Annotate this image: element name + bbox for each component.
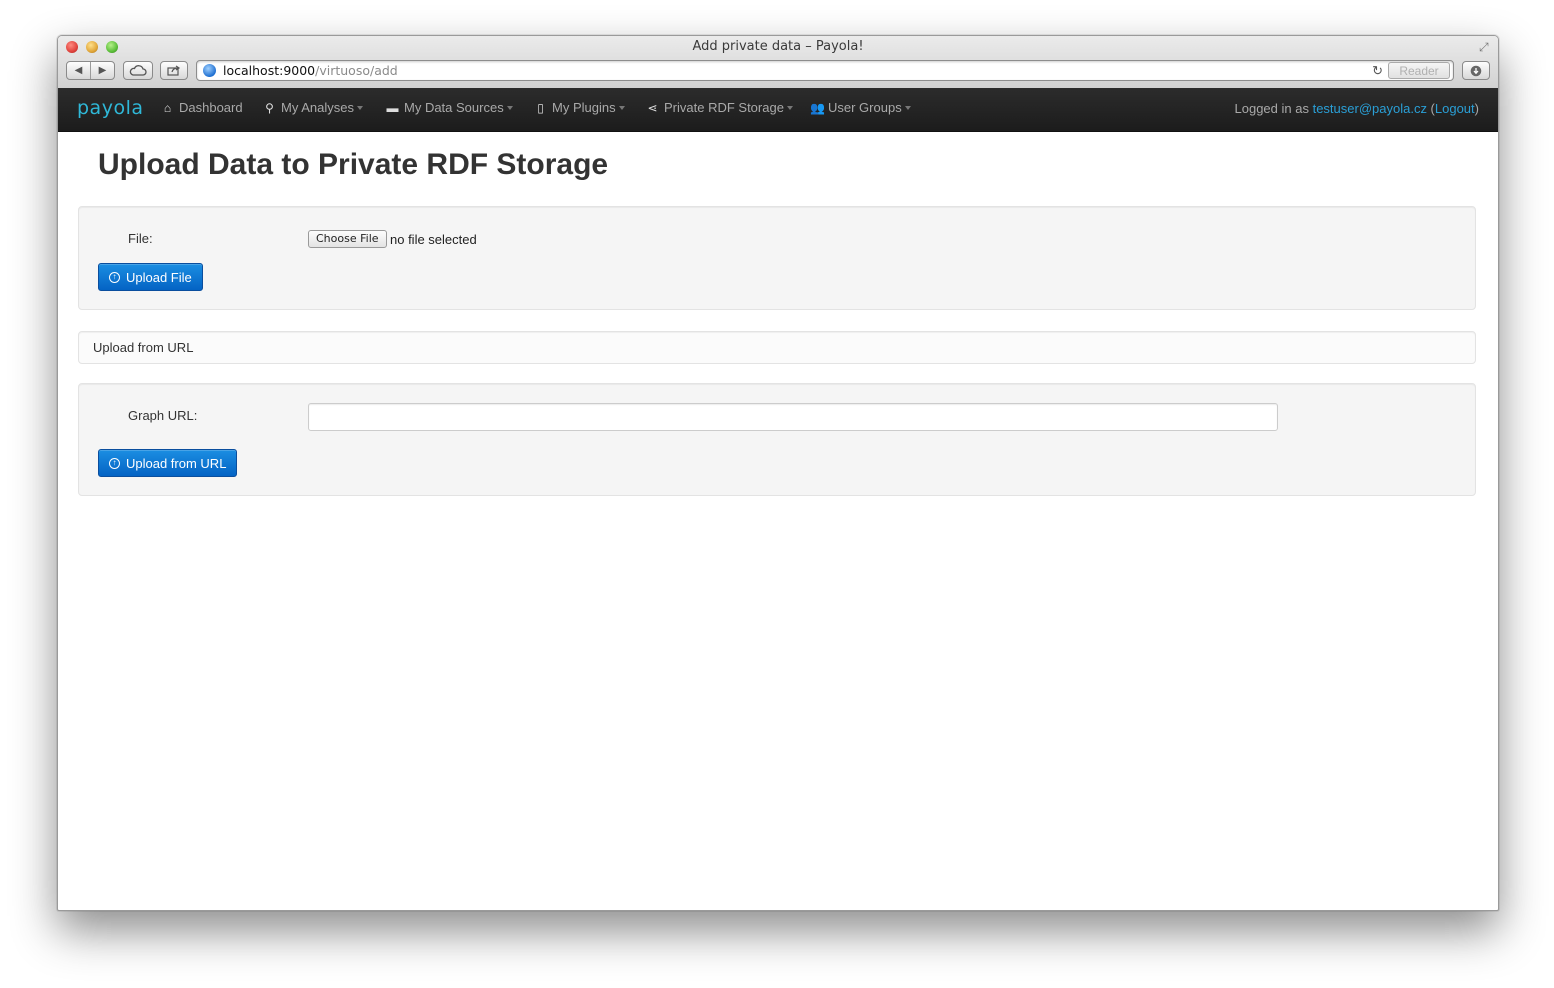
nav-my-data-sources[interactable]: ▬ My Data Sources xyxy=(386,100,513,115)
window-title: Add private data – Payola! xyxy=(692,39,864,54)
reader-button[interactable]: Reader xyxy=(1388,62,1450,79)
login-status: Logged in as testuser@payola.cz (Logout) xyxy=(1234,101,1480,116)
file-upload-panel: File: Choose File no file selected ↑ Upl… xyxy=(78,206,1476,310)
logged-in-prefix: Logged in as xyxy=(1234,101,1313,116)
upload-circle-icon: ↑ xyxy=(109,457,120,469)
upload-file-button[interactable]: ↑ Upload File xyxy=(98,263,203,291)
fullscreen-icon[interactable]: ⤢ xyxy=(1479,40,1493,54)
upload-from-url-label: Upload from URL xyxy=(126,455,227,471)
nav-my-analyses-label: My Analyses xyxy=(281,100,354,115)
share-nodes-icon: ⋖ xyxy=(647,100,658,115)
nav-my-plugins-label: My Plugins xyxy=(552,100,616,115)
back-arrow-icon: ◀ xyxy=(74,65,83,76)
file-icon: ▯ xyxy=(537,100,544,115)
file-label: File: xyxy=(128,231,153,246)
share-icon xyxy=(167,65,181,76)
home-icon: ⌂ xyxy=(163,100,172,115)
upload-file-label: Upload File xyxy=(126,269,192,285)
download-icon xyxy=(1470,65,1482,76)
choose-file-button[interactable]: Choose File xyxy=(308,230,387,248)
nav-my-data-sources-label: My Data Sources xyxy=(404,100,504,115)
reload-icon[interactable]: ↻ xyxy=(1372,61,1383,80)
nav-my-plugins[interactable]: ▯ My Plugins xyxy=(534,100,625,115)
cloud-icon xyxy=(129,65,147,76)
caret-down-icon xyxy=(904,105,911,110)
file-status: no file selected xyxy=(390,232,477,247)
logout-link[interactable]: Logout xyxy=(1435,101,1475,116)
browser-toolbar: Add private data – Payola! ⤢ ◀ ▶ localho… xyxy=(58,36,1498,89)
hdd-icon: ▬ xyxy=(386,100,399,115)
user-email-link[interactable]: testuser@payola.cz xyxy=(1313,101,1427,116)
nav-user-groups[interactable]: 👥 User Groups xyxy=(810,100,911,115)
graph-url-input[interactable] xyxy=(308,403,1278,431)
globe-icon xyxy=(203,64,216,77)
back-forward-buttons: ◀ ▶ xyxy=(66,61,115,80)
address-bar[interactable]: localhost:9000/virtuoso/add ↻ Reader xyxy=(196,60,1454,81)
icloud-tabs-button[interactable] xyxy=(123,61,153,80)
nav-dashboard-label: Dashboard xyxy=(179,100,243,115)
url-upload-panel: Graph URL: ↑ Upload from URL xyxy=(78,383,1476,496)
upload-from-url-heading: Upload from URL xyxy=(93,340,194,355)
page-title: Upload Data to Private RDF Storage xyxy=(98,148,609,181)
top-navbar: payola ⌂ Dashboard ⚲ My Analyses ▬ My Da… xyxy=(58,88,1498,132)
nav-user-groups-label: User Groups xyxy=(828,100,902,115)
back-button[interactable]: ◀ xyxy=(67,62,90,79)
caret-down-icon xyxy=(356,105,363,110)
nav-private-rdf-storage-label: Private RDF Storage xyxy=(664,100,784,115)
upload-from-url-header: Upload from URL xyxy=(78,331,1476,364)
graph-url-label: Graph URL: xyxy=(128,408,198,423)
upload-from-url-button[interactable]: ↑ Upload from URL xyxy=(98,449,238,477)
share-button[interactable] xyxy=(160,61,188,80)
upload-circle-icon: ↑ xyxy=(109,271,120,283)
url-host: localhost:9000 xyxy=(223,63,316,78)
url-path: /virtuoso/add xyxy=(315,63,398,78)
caret-down-icon xyxy=(506,105,513,110)
forward-button[interactable]: ▶ xyxy=(90,62,114,79)
nav-dashboard[interactable]: ⌂ Dashboard xyxy=(161,100,243,115)
group-icon: 👥 xyxy=(810,100,825,115)
brand-logo[interactable]: payola xyxy=(77,97,144,119)
url-text[interactable]: localhost:9000/virtuoso/add xyxy=(223,61,398,80)
nav-my-analyses[interactable]: ⚲ My Analyses xyxy=(263,100,363,115)
downloads-button[interactable] xyxy=(1462,61,1490,80)
caret-down-icon xyxy=(786,105,793,110)
browser-window: Add private data – Payola! ⤢ ◀ ▶ localho… xyxy=(57,35,1499,911)
search-icon: ⚲ xyxy=(265,100,274,115)
caret-down-icon xyxy=(618,105,625,110)
nav-private-rdf-storage[interactable]: ⋖ Private RDF Storage xyxy=(646,100,793,115)
forward-arrow-icon: ▶ xyxy=(98,65,107,76)
